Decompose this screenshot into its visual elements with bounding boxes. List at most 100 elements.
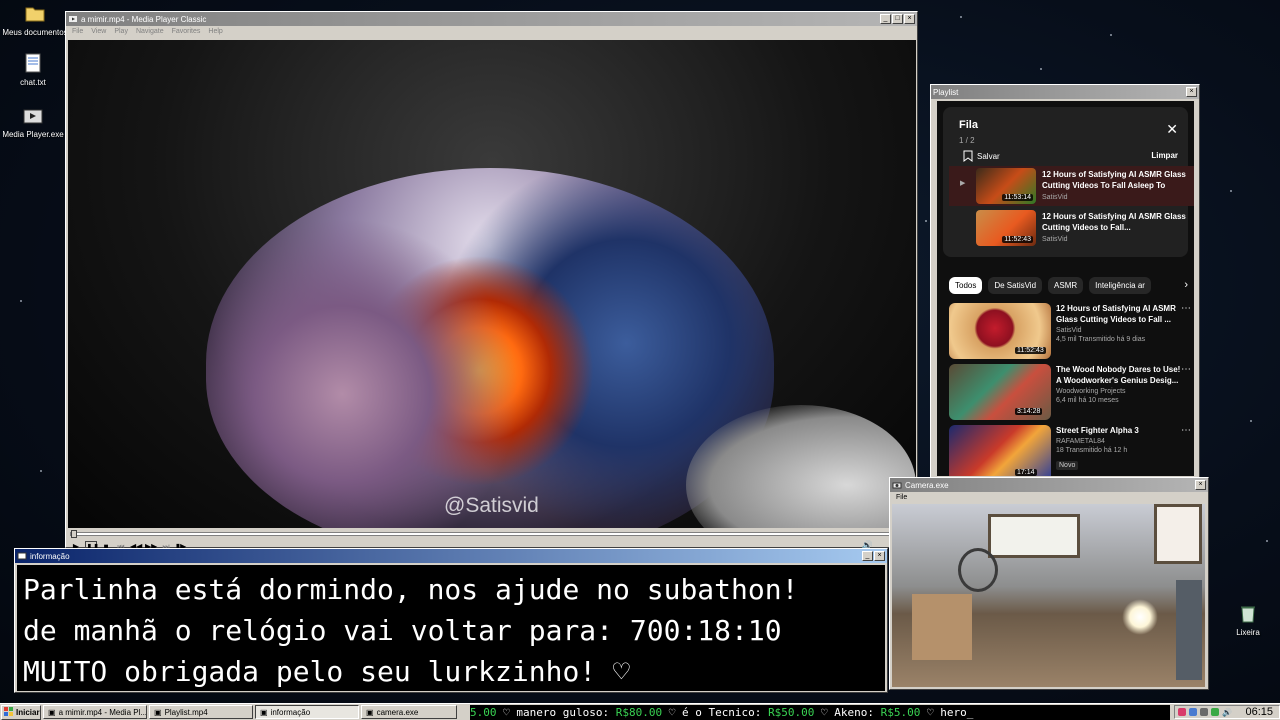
desktop-icon-label: Meus documentos [2,28,68,37]
chip-asmr[interactable]: ASMR [1048,277,1084,294]
close-icon[interactable]: ✕ [1166,121,1178,138]
more-options-icon[interactable]: ⋯ [1181,425,1191,436]
channel-name: SatisVid [1056,327,1082,334]
maximize-button[interactable]: □ [892,14,903,24]
chip-all[interactable]: Todos [949,277,983,294]
taskbar-item-informacao[interactable]: ▣ informação [255,705,359,719]
tray-app-icon[interactable] [1211,708,1219,716]
new-badge: Novo [1056,461,1079,470]
channel-name: Woodworking Projects [1056,388,1126,395]
video-title: The Wood Nobody Dares to Use! A Woodwork… [1056,365,1181,385]
taskbar-item-label: camera.exe [376,707,419,717]
youtube-panel: Fila 1 / 2 ✕ Salvar Limpar ▶ 11:53:14 12… [937,101,1194,476]
clock[interactable]: 06:15 [1245,706,1273,718]
window-title: informação [30,551,70,561]
clear-button[interactable]: Limpar [1151,151,1178,160]
desktop-icon-my-documents[interactable]: Meus documentos [0,2,70,37]
queue-panel: Fila 1 / 2 ✕ Salvar Limpar ▶ 11:53:14 12… [943,107,1194,257]
close-button[interactable]: × [874,551,885,561]
menu-navigate[interactable]: Navigate [136,28,164,36]
camera-titlebar[interactable]: Camera.exe × [890,478,1208,492]
ticker-amount: 5.00 [470,706,497,719]
menu-play[interactable]: Play [114,28,128,36]
ticker-amount: R$80.00 [615,706,663,719]
video-title: 12 Hours of Satisfying AI ASMR Glass Cut… [1042,212,1186,232]
duration-badge: 11:53:14 [1002,194,1033,201]
ticker-name: hero_ [940,706,974,719]
menu-view[interactable]: View [91,28,106,36]
desktop-icon-media-player[interactable]: Media Player.exe [0,104,68,139]
desktop-icon-label: Lixeira [1236,628,1260,637]
desktop-icon-recycle-bin[interactable]: Lixeira [1213,602,1280,637]
video-stats: 4,5 mil Transmitido há 9 dias [1056,336,1146,343]
more-options-icon[interactable]: ⋯ [1181,303,1191,314]
recycle-bin-icon [1241,606,1255,623]
taskbar-item-playlist[interactable]: ▣ Playlist.mp4 [149,705,253,719]
recommendation-item[interactable]: 11:52:43 12 Hours of Satisfying AI ASMR … [949,303,1191,361]
seek-handle[interactable] [71,530,77,538]
taskbar-item-camera[interactable]: ▣ camera.exe [361,705,457,719]
video-stats: 6,4 mil há 10 meses [1056,397,1119,404]
chip-from-channel[interactable]: De SatisVid [988,277,1043,294]
duration-badge: 11:52:43 [1015,347,1046,354]
video-thumbnail: 11:53:14 [976,168,1036,204]
playlist-titlebar[interactable]: Playlist × [931,85,1199,99]
seek-bar[interactable] [70,530,914,538]
tray-app-icon[interactable] [1189,708,1197,716]
volume-icon[interactable]: 🔊 [1222,708,1232,717]
queue-item[interactable]: ▶ 11:53:14 12 Hours of Satisfying AI ASM… [949,166,1194,206]
feed-window [988,514,1080,558]
duration-badge: 17:14 [1015,469,1037,476]
player-menubar: File View Play Navigate Favorites Help [66,26,917,38]
info-text-area: Parlinha está dormindo, nos ajude no sub… [17,565,885,691]
menu-favorites[interactable]: Favorites [172,28,201,36]
more-options-icon[interactable]: ⋯ [1181,364,1191,375]
media-player-window[interactable]: a mimir.mp4 - Media Player Classic _ □ ×… [65,11,918,552]
taskbar-item-label: Playlist.mp4 [164,707,208,717]
info-line: Parlinha está dormindo, nos ajude no sub… [23,573,799,606]
menu-file[interactable]: File [896,494,907,502]
info-line: de manhã o relógio vai voltar para: 700:… [23,614,782,647]
feed-lamp [1122,599,1158,635]
minimize-button[interactable]: _ [880,14,891,24]
chip-ai[interactable]: Inteligência ar [1089,277,1151,294]
close-button[interactable]: × [1186,87,1197,97]
save-label: Salvar [977,151,1000,161]
information-window[interactable]: informação _ × Parlinha está dormindo, n… [14,548,888,693]
ticker-name: manero guloso: [516,706,610,719]
queue-item[interactable]: 11:52:43 12 Hours of Satisfying AI ASMR … [949,208,1194,248]
window-title: a mimir.mp4 - Media Player Classic [81,14,207,24]
chevron-right-icon[interactable]: › [1184,279,1188,291]
ticker-amount: R$5.00 [880,706,921,719]
duration-badge: 3:14:28 [1015,408,1043,415]
tray-app-icon[interactable] [1200,708,1208,716]
recommendation-item[interactable]: 3:14:28 The Wood Nobody Dares to Use! A … [949,364,1191,422]
filter-chips: Todos De SatisVid ASMR Inteligência ar [949,277,1151,294]
tray-app-icon[interactable] [1178,708,1186,716]
playlist-window[interactable]: Playlist × Fila 1 / 2 ✕ Salvar Limpar ▶ … [930,84,1200,479]
menu-help[interactable]: Help [208,28,222,36]
channel-name: SatisVid [1042,236,1068,243]
close-button[interactable]: × [1195,480,1206,490]
info-titlebar[interactable]: informação _ × [15,549,887,563]
save-button[interactable]: Salvar [963,150,1000,162]
menu-file[interactable]: File [72,28,83,36]
recommendation-item[interactable]: 17:14 Street Fighter Alpha 3 RAFAMETAL84… [949,425,1191,476]
video-thumbnail: 11:52:43 [976,210,1036,246]
windows-logo-icon [4,707,13,716]
now-playing-icon: ▶ [960,180,966,187]
camera-icon: ▣ [366,707,374,717]
info-line: MUITO obrigada pelo seu lurkzinho! ♡ [23,655,630,688]
start-button[interactable]: Iniciar [1,704,41,720]
video-area[interactable]: @Satisvid [68,40,916,528]
camera-window[interactable]: Camera.exe × File [889,477,1209,690]
taskbar-item-media-player[interactable]: ▣ a mimir.mp4 - Media Pl... [43,705,147,719]
minimize-button[interactable]: _ [862,551,873,561]
desktop-icon-chat-txt[interactable]: chat.txt [0,52,68,87]
player-titlebar[interactable]: a mimir.mp4 - Media Player Classic _ □ × [66,12,917,26]
camera-icon [892,482,902,489]
desktop-icon-label: Media Player.exe [2,130,64,139]
feed-box [912,594,972,660]
close-button[interactable]: × [904,14,915,24]
window-icon: ▣ [260,707,268,717]
